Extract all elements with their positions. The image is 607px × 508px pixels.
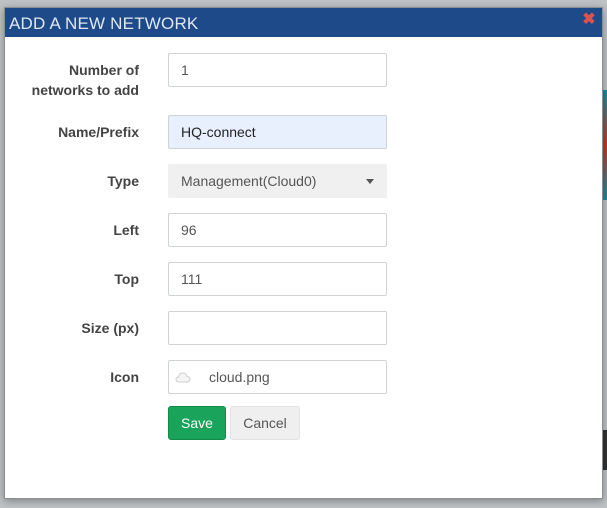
icon-value: cloud.png [209, 369, 270, 385]
size-label: Size (px) [81, 320, 139, 336]
caret-down-icon [366, 179, 374, 184]
form-row-type: Type Management(Cloud0) [5, 164, 602, 198]
name-label: Name/Prefix [58, 124, 139, 140]
type-label: Type [107, 173, 139, 189]
count-input[interactable]: 1 [168, 53, 387, 87]
count-label-line2: networks to add [31, 82, 139, 98]
form-row-size: Size (px) [5, 311, 602, 345]
close-icon[interactable]: ✖ [582, 12, 596, 28]
type-select-value: Management(Cloud0) [181, 173, 317, 189]
form-row-name: Name/Prefix HQ-connect [5, 115, 602, 149]
cancel-button[interactable]: Cancel [230, 406, 300, 440]
left-label: Left [113, 222, 139, 238]
form-row-count: Number of networks to add 1 [5, 53, 602, 98]
type-select[interactable]: Management(Cloud0) [168, 164, 387, 198]
add-network-dialog: ADD A NEW NETWORK ✖ Number of networks t… [4, 7, 603, 499]
form-row-icon: Icon cloud.png [5, 360, 602, 394]
save-button[interactable]: Save [168, 406, 226, 440]
icon-label: Icon [110, 369, 139, 385]
count-label-line1: Number of [69, 62, 139, 78]
top-input[interactable]: 111 [168, 262, 387, 296]
left-input[interactable]: 96 [168, 213, 387, 247]
form-row-top: Top 111 [5, 262, 602, 296]
count-label: Number of networks to add [5, 60, 139, 100]
top-label: Top [114, 271, 139, 287]
form-row-left: Left 96 [5, 213, 602, 247]
dialog-title: ADD A NEW NETWORK [9, 14, 199, 33]
icon-select[interactable]: cloud.png [168, 360, 387, 394]
dialog-header: ADD A NEW NETWORK ✖ [5, 8, 602, 37]
name-prefix-input[interactable]: HQ-connect [168, 115, 387, 149]
cloud-icon [175, 372, 191, 383]
size-input[interactable] [168, 311, 387, 345]
